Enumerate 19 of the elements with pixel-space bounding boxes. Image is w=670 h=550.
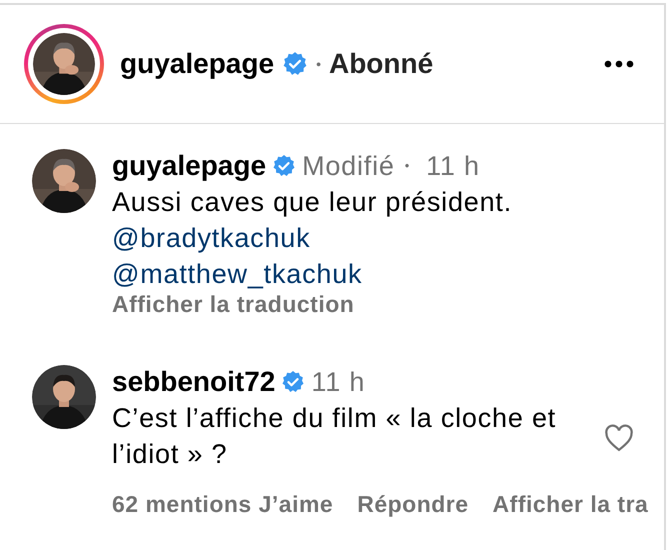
username[interactable]: guyalepage xyxy=(112,148,266,184)
separator-dot: • xyxy=(404,157,410,175)
action-link[interactable]: Afficher la tra xyxy=(492,492,648,516)
mention-link[interactable]: @bradytkachuk xyxy=(112,220,310,256)
comment-text: C’est l’affiche du film « la cloche et l’idiot » ? xyxy=(112,402,558,471)
username[interactable]: sebbenoit72 xyxy=(112,364,276,400)
translation-link[interactable]: Afficher la traduction xyxy=(112,292,354,316)
likes-count[interactable]: 62 mentions J’aime xyxy=(112,492,334,516)
comment-text: Aussi caves que leur président. xyxy=(112,186,514,219)
mention-link[interactable]: @matthew_tkachuk xyxy=(112,256,362,292)
comment-time[interactable]: 11 h xyxy=(426,148,480,184)
separator-dot: • xyxy=(316,56,321,72)
edited-label: Modifié xyxy=(302,150,395,183)
comment-time[interactable]: 11 h xyxy=(311,364,366,400)
heart-icon[interactable] xyxy=(604,424,634,452)
username[interactable]: guyalepage xyxy=(120,48,274,80)
follow-status[interactable]: Abonné xyxy=(328,48,434,80)
action-link[interactable]: Répondre xyxy=(357,492,469,516)
more-options-icon[interactable] xyxy=(604,60,634,68)
